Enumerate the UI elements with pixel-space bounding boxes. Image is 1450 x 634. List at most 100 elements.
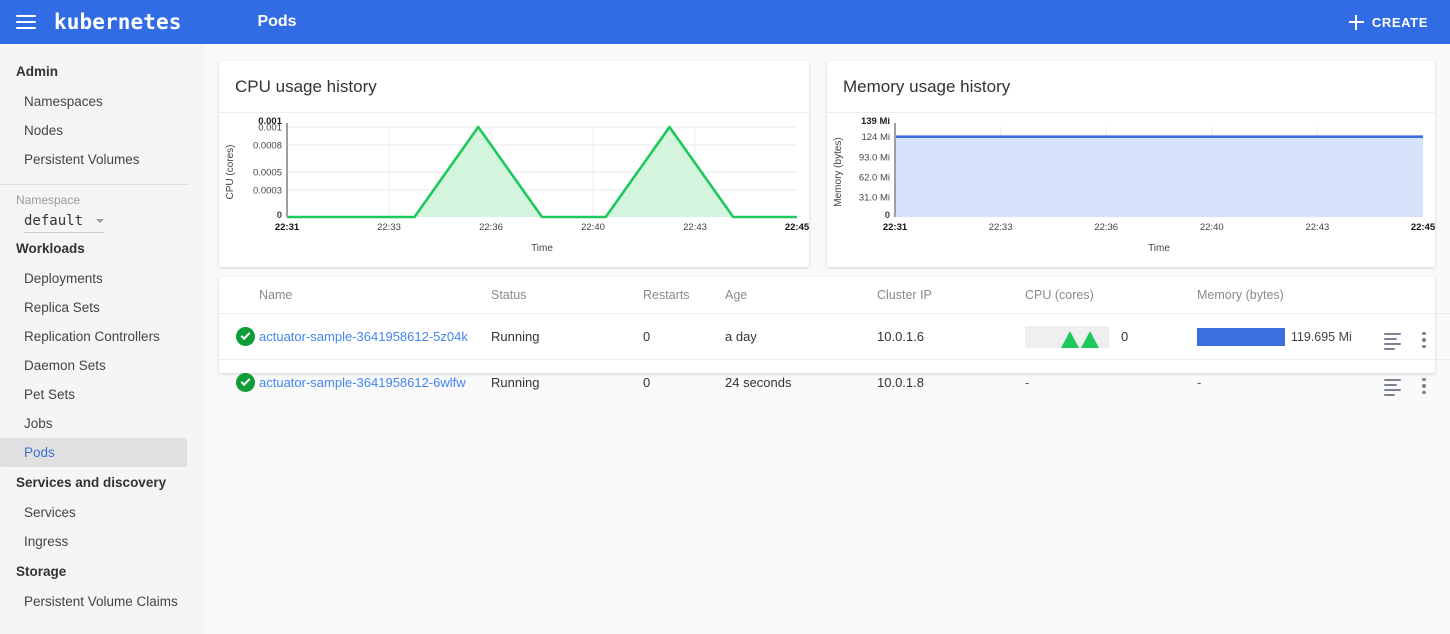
svg-text:22:33: 22:33: [377, 222, 401, 233]
sidebar-item-persistent-volumes[interactable]: Persistent Volumes: [0, 145, 204, 174]
pod-name-cell: actuator-sample-3641958612-6wlfw: [259, 360, 491, 406]
memory-value: -: [1197, 375, 1201, 390]
svg-text:22:36: 22:36: [479, 222, 503, 233]
table-header-row: Name Status Restarts Age Cluster IP CPU …: [219, 277, 1450, 314]
svg-text:22:31: 22:31: [883, 222, 908, 233]
memory-chart-svg: 124 Mi 93.0 Mi 62.0 Mi 31.0 Mi 0 139 Mi 22:31 2…: [827, 113, 1435, 267]
main-content: CPU usage history 0.0010.00080.00050.000…: [204, 44, 1450, 634]
sidebar-item-pet-sets[interactable]: Pet Sets: [0, 380, 204, 409]
svg-text:0: 0: [277, 210, 282, 221]
memory-cell: 119.695 Mi: [1197, 314, 1384, 360]
sidebar-heading-admin: Admin: [0, 56, 204, 87]
memory-value: 119.695 Mi: [1291, 330, 1352, 344]
cpu-card-title: CPU usage history: [219, 61, 809, 113]
sidebar-item-replica-sets[interactable]: Replica Sets: [0, 293, 204, 322]
svg-text:22:40: 22:40: [1200, 222, 1224, 233]
col-restarts[interactable]: Restarts: [643, 277, 725, 314]
svg-text:22:36: 22:36: [1094, 222, 1118, 233]
status-cell: [219, 360, 259, 406]
age-text: 24 seconds: [725, 360, 877, 406]
pods-table: Name Status Restarts Age Cluster IP CPU …: [219, 277, 1450, 405]
svg-text:22:31: 22:31: [275, 222, 300, 233]
col-name[interactable]: Name: [259, 277, 491, 314]
svg-text:22:40: 22:40: [581, 222, 605, 233]
memory-bar: [1197, 328, 1285, 346]
col-age[interactable]: Age: [725, 277, 877, 314]
svg-text:Time: Time: [531, 243, 553, 254]
restarts-text: 0: [643, 360, 725, 406]
menu-cell: [1420, 314, 1450, 360]
namespace-select[interactable]: default: [24, 213, 104, 233]
table-header: Name Status Restarts Age Cluster IP CPU …: [219, 277, 1450, 314]
col-memory[interactable]: Memory (bytes): [1197, 277, 1384, 314]
svg-text:Time: Time: [1148, 243, 1170, 254]
table-row[interactable]: actuator-sample-3641958612-6wlfw Running0…: [219, 360, 1450, 406]
sidebar-item-daemon-sets[interactable]: Daemon Sets: [0, 351, 204, 380]
table-body: actuator-sample-3641958612-5z04kRunning0…: [219, 314, 1450, 406]
svg-text:124 Mi: 124 Mi: [861, 132, 890, 143]
svg-text:139 Mi: 139 Mi: [861, 116, 890, 127]
sidebar-item-services[interactable]: Services: [0, 498, 204, 527]
memory-card-title: Memory usage history: [827, 61, 1435, 113]
page-title: Pods: [257, 13, 296, 31]
sidebar-item-nodes[interactable]: Nodes: [0, 116, 204, 145]
col-cpu[interactable]: CPU (cores): [1025, 277, 1197, 314]
svg-text:22:43: 22:43: [683, 222, 707, 233]
logs-cell: [1384, 314, 1420, 360]
sidebar-item-ingress[interactable]: Ingress: [0, 527, 204, 556]
check-circle-icon: [236, 327, 255, 346]
memory-chart: 124 Mi 93.0 Mi 62.0 Mi 31.0 Mi 0 139 Mi 22:31 2…: [827, 113, 1435, 267]
check-circle-icon: [236, 373, 255, 392]
cpu-usage-card: CPU usage history 0.0010.00080.00050.000…: [219, 61, 809, 267]
kebab-menu-icon[interactable]: [1420, 330, 1428, 351]
cluster-ip-text: 10.0.1.8: [877, 360, 1025, 406]
sidebar-item-jobs[interactable]: Jobs: [0, 409, 204, 438]
table-row[interactable]: actuator-sample-3641958612-5z04kRunning0…: [219, 314, 1450, 360]
kebab-menu-icon[interactable]: [1420, 376, 1428, 397]
logs-icon[interactable]: [1384, 333, 1401, 351]
age-text: a day: [725, 314, 877, 360]
col-menu: [1420, 277, 1450, 314]
col-cluster-ip[interactable]: Cluster IP: [877, 277, 1025, 314]
cpu-cell: 0: [1025, 314, 1197, 360]
menu-cell: [1420, 360, 1450, 406]
hamburger-icon[interactable]: [16, 15, 36, 29]
restarts-text: 0: [643, 314, 725, 360]
col-status-icon: [219, 277, 259, 314]
pod-name-link[interactable]: actuator-sample-3641958612-6wlfw: [259, 375, 466, 390]
sidebar-item-deployments[interactable]: Deployments: [0, 264, 204, 293]
sidebar-heading-workloads: Workloads: [0, 233, 204, 264]
sidebar-item-persistent-volume-claims[interactable]: Persistent Volume Claims: [0, 587, 204, 616]
col-status[interactable]: Status: [491, 277, 643, 314]
brand-logo[interactable]: kubernetes: [54, 10, 181, 34]
create-button[interactable]: CREATE: [1345, 9, 1432, 36]
pod-name-link[interactable]: actuator-sample-3641958612-5z04k: [259, 329, 468, 344]
logs-icon[interactable]: [1384, 379, 1401, 397]
pod-name-cell: actuator-sample-3641958612-5z04k: [259, 314, 491, 360]
cpu-chart: 0.0010.00080.00050.000300.00122:3122:332…: [219, 113, 809, 267]
sidebar-item-pods[interactable]: Pods: [0, 438, 187, 467]
svg-text:93.0 Mi: 93.0 Mi: [859, 152, 890, 163]
svg-text:0: 0: [885, 210, 890, 221]
svg-text:0.0003: 0.0003: [253, 186, 282, 197]
svg-text:22:45: 22:45: [1411, 222, 1435, 233]
status-text: Running: [491, 360, 643, 406]
svg-text:22:45: 22:45: [785, 222, 809, 233]
cpu-cell: -: [1025, 360, 1197, 406]
sidebar-heading-services-and-discovery: Services and discovery: [0, 467, 204, 498]
sidebar-item-namespaces[interactable]: Namespaces: [0, 87, 204, 116]
sidebar-item-replication-controllers[interactable]: Replication Controllers: [0, 322, 204, 351]
chevron-down-icon: [96, 219, 104, 223]
svg-text:31.0 Mi: 31.0 Mi: [859, 192, 890, 203]
svg-text:0.0008: 0.0008: [253, 141, 282, 152]
col-logs: [1384, 277, 1420, 314]
status-text: Running: [491, 314, 643, 360]
svg-text:62.0 Mi: 62.0 Mi: [859, 172, 890, 183]
memory-cell: -: [1197, 360, 1384, 406]
svg-text:Memory (bytes): Memory (bytes): [833, 137, 844, 206]
svg-text:22:43: 22:43: [1306, 222, 1330, 233]
memory-usage-card: Memory usage history 124 Mi 93.0 Mi 62.0 M…: [827, 61, 1435, 267]
sidebar-heading-storage: Storage: [0, 556, 204, 587]
cpu-sparkline: [1025, 326, 1109, 348]
cpu-chart-svg: 0.0010.00080.00050.000300.00122:3122:332…: [219, 113, 809, 267]
